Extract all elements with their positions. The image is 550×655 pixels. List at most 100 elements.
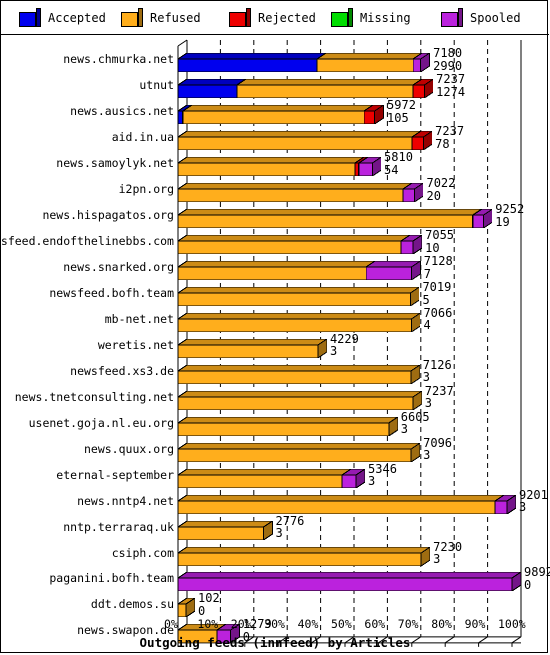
y-axis-label: aid.in.ua [111, 130, 174, 145]
bar-secondary-value: 5 [422, 292, 430, 307]
bar-total-value: 7128 [423, 254, 453, 269]
y-axis-label: news.snarked.org [63, 260, 174, 275]
legend-label: Refused [150, 10, 201, 25]
bar-value-label: 7237 78 [435, 125, 464, 150]
bar-secondary-value: 10 [425, 240, 440, 255]
x-tick-label: 60% [364, 617, 386, 631]
bar-secondary-value: 3 [423, 448, 431, 463]
bar-value-label: 9252 19 [495, 203, 524, 228]
bar-segment-refused [176, 130, 423, 151]
bar-segment-refused [176, 286, 422, 307]
bar-secondary-value: 54 [384, 162, 399, 177]
y-axis-label: news.chmurka.net [63, 52, 174, 67]
legend-item-rejected: Rejected [227, 7, 316, 28]
bar-segment-accepted [176, 52, 328, 73]
bar-segment-refused [176, 234, 412, 255]
bar-value-label: 9892 0 [524, 566, 550, 591]
bar-secondary-value: 3 [518, 500, 527, 515]
y-axis-label: nntp.terraraq.uk [63, 519, 174, 534]
bar-segment-spooled [364, 260, 423, 281]
x-tick-label: 20% [230, 617, 252, 631]
bar-segment-refused [176, 208, 484, 229]
bar-secondary-value: 2990 [433, 58, 463, 73]
legend-item-refused: Refused [119, 7, 201, 28]
bar-total-value: 7055 [425, 228, 455, 243]
x-tick-label: 50% [331, 617, 352, 631]
bar-total-value: 5810 [384, 150, 413, 165]
x-tick-label: 100% [498, 617, 526, 631]
legend-item-accepted: Accepted [17, 7, 106, 28]
cube-icon [17, 7, 43, 28]
bar-value-label: 102 0 [198, 592, 220, 617]
x-tick-label: 0% [164, 617, 178, 631]
y-axis-label: utnut [139, 78, 174, 93]
bar-value-label: 7055 10 [425, 229, 454, 254]
bar-segment-refused [176, 312, 423, 333]
bar-segment-spooled [493, 493, 518, 515]
y-axis-label: csiph.com [111, 545, 174, 560]
bar-secondary-value: 3 [368, 474, 376, 489]
y-axis-label: eternal-september [56, 467, 174, 482]
legend-label: Accepted [48, 10, 106, 25]
bar-value-label: 7237 1274 [436, 73, 465, 98]
bar-secondary-value: 3 [424, 396, 433, 411]
bar-value-label: 9201 3 [519, 489, 548, 514]
cube-icon [227, 7, 253, 28]
legend-label: Rejected [258, 10, 316, 25]
bar-value-label: 7237 3 [425, 385, 454, 410]
y-axis-label: newsfeed.xs3.de [70, 363, 174, 378]
bar-segment-accepted [176, 78, 248, 99]
y-axis-label: news.samoylyk.net [56, 156, 174, 171]
y-axis-label: weretis.net [97, 337, 174, 352]
bar-segment-refused [176, 363, 422, 385]
y-axis-label: news.tnetconsulting.net [14, 389, 174, 404]
bar-value-label: 5810 54 [384, 151, 413, 176]
bar-segment-spooled [340, 467, 367, 489]
bar-segment-rejected [410, 130, 434, 152]
bar-secondary-value: 3 [400, 422, 408, 437]
x-tick-label: 70% [397, 617, 419, 631]
bar-value-label: 6605 3 [401, 411, 430, 436]
x-tick-label: 40% [297, 617, 319, 631]
chart-legend: Accepted Refused Rejected Missing Spooled [1, 1, 549, 35]
bar-secondary-value: 4 [423, 318, 431, 333]
bar-secondary-value: 105 [387, 110, 409, 125]
legend-label: Spooled [470, 10, 521, 25]
bar-segment-spooled [470, 208, 494, 230]
bar-secondary-value: 3 [422, 370, 431, 385]
bar-secondary-value: 20 [426, 188, 441, 203]
y-axis-label: newsfeed.bofh.team [49, 286, 174, 301]
bar-segment-refused [176, 494, 506, 515]
x-tick-label: 10% [197, 617, 219, 631]
cube-icon [119, 7, 145, 28]
chart-plot-area: news.chmurka.net utnut news.ausics.net aid.… [0, 35, 550, 654]
x-tick-label: 30% [264, 617, 285, 631]
bar-segment-refused [176, 597, 197, 619]
bar-value-label: 7066 4 [423, 307, 452, 332]
bar-segment-refused [176, 519, 275, 541]
bar-segment-refused [315, 52, 425, 73]
y-axis-label: news.nntp4.net [77, 493, 174, 508]
bar-value-label: 5346 3 [368, 463, 397, 488]
bar-value-label: 7180 2990 [433, 47, 462, 72]
y-axis-label: mb-net.net [104, 311, 174, 326]
cube-icon [329, 7, 355, 28]
x-tick-label: 80% [431, 617, 452, 631]
legend-item-missing: Missing [329, 7, 411, 28]
bar-secondary-value: 3 [329, 344, 338, 359]
bar-segment-refused [176, 156, 366, 177]
bar-segment-refused [176, 182, 414, 203]
bar-secondary-value: 3 [275, 526, 283, 541]
bar-total-value: 7022 [426, 176, 456, 191]
bar-total-value: 7237 [435, 124, 465, 139]
bar-segment-refused [176, 441, 422, 463]
chart-frame: Accepted Refused Rejected Missing Spooled ne… [0, 0, 550, 654]
y-axis-label: paganini.bofh.team [49, 571, 174, 586]
bar-value-label: 2776 3 [276, 515, 305, 540]
bar-segment-refused [176, 260, 378, 281]
bar-value-label: 5972 105 [387, 99, 416, 124]
y-axis-label: ddt.demos.su [90, 597, 174, 612]
x-tick-label: 90% [464, 617, 486, 631]
bar-segment-rejected [362, 104, 386, 126]
bar-segment-spooled [399, 234, 424, 256]
